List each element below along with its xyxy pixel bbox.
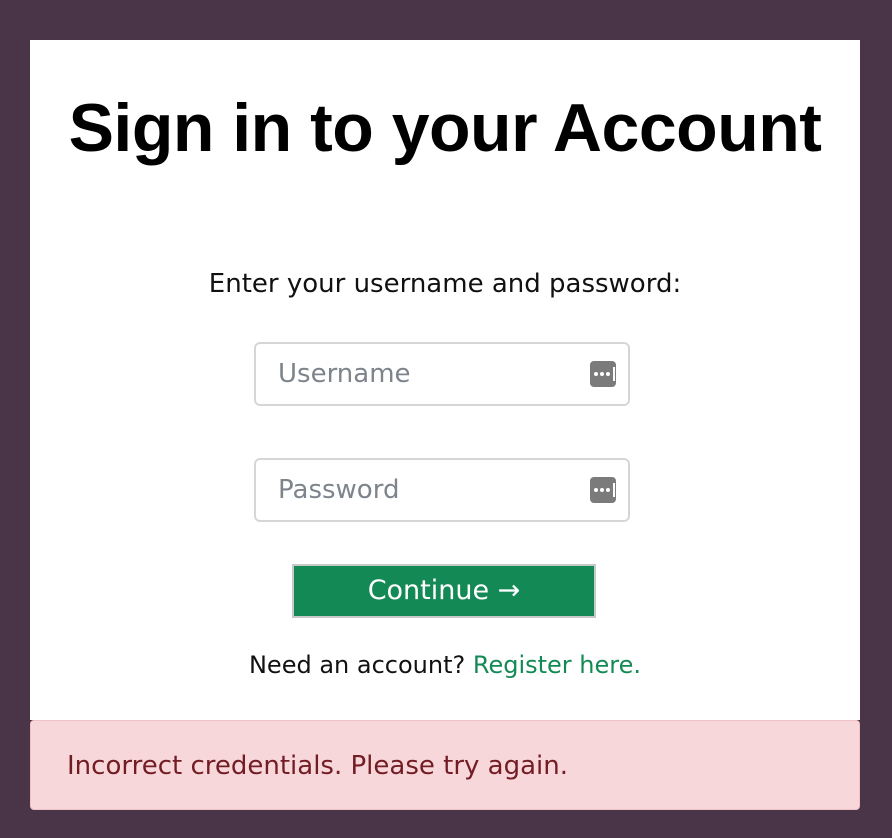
icon-dot [606,488,610,492]
icon-dot [600,488,604,492]
icon-bar [613,367,615,381]
icon-bar [613,483,615,497]
error-alert: Incorrect credentials. Please try again. [30,720,860,810]
login-subtitle: Enter your username and password: [208,269,682,299]
password-input[interactable] [256,460,628,520]
error-message: Incorrect credentials. Please try again. [67,751,568,781]
icon-dot [594,372,598,376]
register-link[interactable]: Register here. [473,651,641,679]
login-card: Sign in to your Account Enter your usern… [30,40,860,720]
password-manager-icon[interactable] [590,477,616,503]
register-prompt: Need an account? [248,651,466,679]
username-field-container [254,342,630,406]
username-input[interactable] [256,344,628,404]
icon-dot [600,372,604,376]
register-line: Need an account? Register here. [30,648,860,682]
continue-button[interactable]: Continue → [292,564,596,618]
page-title: Sign in to your Account [68,90,822,166]
password-manager-icon[interactable] [590,361,616,387]
icon-dot [594,488,598,492]
icon-dot [606,372,610,376]
password-field-container [254,458,630,522]
